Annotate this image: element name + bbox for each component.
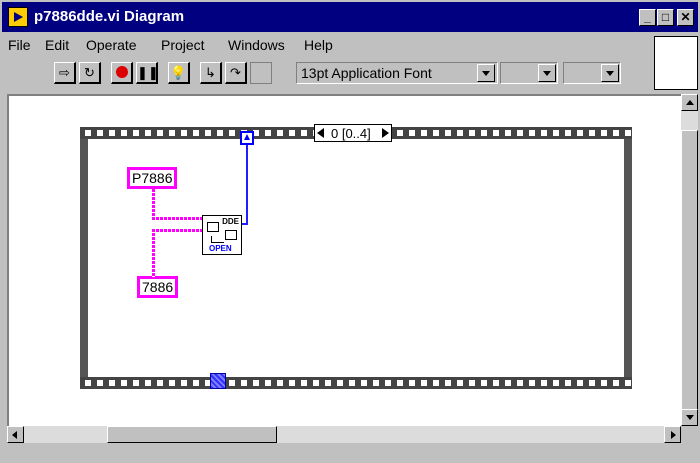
subvi-dde-label: DDE [222,217,239,226]
scroll-left-icon[interactable] [7,426,24,443]
chevron-down-icon[interactable] [538,64,556,82]
sequence-local-icon[interactable] [240,131,254,145]
toolbar: ⇨ ↻ ❚❚ 💡 ↳ ↷ 13pt Application Font [2,58,652,92]
sequence-frame-selector[interactable]: 0 [0..4] [314,124,392,142]
minimize-button[interactable]: _ [639,9,656,26]
align-objects-select[interactable] [500,62,558,84]
pause-icon[interactable]: ❚❚ [136,62,159,84]
font-select[interactable]: 13pt Application Font [296,62,498,84]
step-over-icon[interactable]: ↷ [225,62,247,84]
sequence-border-left [80,127,88,389]
horizontal-scrollbar[interactable] [7,426,681,443]
diagram-window: p7886dde.vi Diagram _ □ ✕ File Edit Oper… [0,0,700,463]
string-wire [152,189,155,219]
scroll-up-icon[interactable] [681,94,698,111]
font-select-value: 13pt Application Font [301,65,432,81]
string-wire [152,229,204,232]
menu-bar: File Edit Operate Project Windows Help [2,34,652,56]
step-into-icon[interactable]: ↳ [200,62,222,84]
vi-icon-pane[interactable] [654,36,698,90]
subvi-open-label: OPEN [209,244,232,253]
refnum-wire [246,145,248,225]
window-bottom-edge [0,443,700,463]
increment-arrow-icon[interactable] [382,128,389,138]
highlight-execution-icon[interactable]: 💡 [168,62,190,84]
vertical-scrollbar[interactable] [681,94,698,426]
abort-stop-icon[interactable] [111,62,133,84]
menu-project[interactable]: Project [161,37,205,53]
frame-label: 0 [0..4] [331,126,371,141]
computer-icon [225,230,237,240]
menu-windows[interactable]: Windows [228,37,285,53]
menu-operate[interactable]: Operate [86,37,137,53]
maximize-button[interactable]: □ [657,9,674,26]
string-wire [152,229,155,277]
close-button[interactable]: ✕ [677,9,694,26]
step-out-icon[interactable] [250,62,272,84]
menu-file[interactable]: File [8,37,31,53]
labview-app-icon[interactable] [8,7,28,27]
scroll-down-icon[interactable] [681,409,698,426]
distribute-objects-select[interactable] [563,62,621,84]
align-icon [504,65,522,80]
title-bar[interactable]: p7886dde.vi Diagram _ □ ✕ [2,2,698,32]
block-diagram[interactable]: 0 [0..4] P7886 7886 DDE OPEN [7,94,681,426]
horizontal-scroll-thumb[interactable] [107,426,277,443]
chevron-down-icon[interactable] [601,64,619,82]
menu-edit[interactable]: Edit [45,37,69,53]
topic-string-constant[interactable]: 7886 [137,276,179,298]
run-continuous-icon[interactable]: ↻ [79,62,101,84]
computer-icon [207,222,219,232]
resize-grip-icon[interactable] [681,426,698,443]
sequence-tunnel[interactable] [210,373,226,389]
decrement-arrow-icon[interactable] [317,128,324,138]
distribute-icon [567,65,585,80]
service-string-constant[interactable]: P7886 [127,167,178,189]
sequence-border-right [624,127,632,389]
sequence-structure[interactable]: 0 [0..4] P7886 7886 DDE OPEN [80,124,632,389]
chevron-down-icon[interactable] [477,64,495,82]
connection-arrow-icon [211,236,224,243]
dde-open-subvi[interactable]: DDE OPEN [202,215,242,255]
run-arrow-icon[interactable]: ⇨ [54,62,76,84]
sequence-border-bottom [80,377,632,389]
scroll-right-icon[interactable] [664,426,681,443]
vertical-scroll-thumb[interactable] [681,130,698,410]
string-wire [152,217,204,220]
menu-help[interactable]: Help [304,37,333,53]
window-title: p7886dde.vi Diagram [34,8,185,25]
